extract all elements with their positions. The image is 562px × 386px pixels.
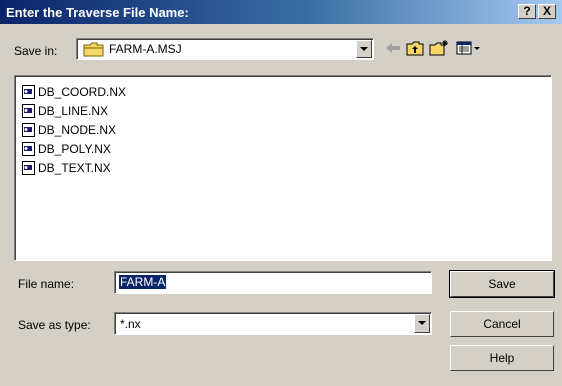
cancel-button[interactable]: Cancel — [450, 311, 554, 337]
file-icon — [22, 123, 35, 137]
file-name-value: FARM-A — [119, 275, 167, 289]
save-button[interactable]: Save — [449, 270, 555, 298]
save-in-combo[interactable]: FARM-A.MSJ — [76, 38, 374, 60]
folder-icon — [83, 42, 104, 57]
file-icon — [22, 142, 35, 156]
title-help-button[interactable]: ? — [518, 4, 536, 19]
save-as-type-dropdown-button[interactable] — [414, 314, 430, 333]
help-button[interactable]: Help — [450, 345, 554, 371]
view-menu-button[interactable] — [454, 38, 484, 58]
file-icon — [22, 85, 35, 99]
chevron-down-icon — [418, 321, 426, 325]
file-name: DB_NODE.NX — [38, 123, 117, 137]
file-name: DB_LINE.NX — [38, 104, 109, 118]
back-button[interactable] — [382, 38, 404, 58]
view-menu-icon — [456, 41, 480, 55]
title-bar: Enter the Traverse File Name: ? X — [0, 0, 562, 24]
file-name: DB_POLY.NX — [38, 142, 111, 156]
chevron-down-icon — [360, 47, 368, 51]
file-icon — [22, 161, 35, 175]
file-item[interactable]: DB_POLY.NX — [22, 140, 111, 158]
file-name: DB_TEXT.NX — [38, 161, 111, 175]
file-name-label: File name: — [18, 277, 75, 291]
save-in-value: FARM-A.MSJ — [109, 42, 182, 56]
file-item[interactable]: DB_TEXT.NX — [22, 159, 111, 177]
up-one-level-icon — [406, 41, 424, 55]
title-close-button[interactable]: X — [538, 4, 556, 19]
file-list-inner: DB_COORD.NX DB_LINE.NX DB_NODE.NX DB_POL… — [15, 76, 551, 260]
dialog-title: Enter the Traverse File Name: — [6, 5, 189, 20]
save-in-dropdown-button[interactable] — [356, 40, 372, 58]
save-as-type-value: *.nx — [120, 317, 141, 331]
file-list[interactable]: DB_COORD.NX DB_LINE.NX DB_NODE.NX DB_POL… — [14, 75, 552, 261]
save-as-type-combo[interactable]: *.nx — [114, 312, 432, 335]
new-folder-button[interactable] — [428, 38, 450, 58]
file-name: DB_COORD.NX — [38, 85, 127, 99]
new-folder-icon — [429, 40, 448, 56]
save-in-label: Save in: — [14, 44, 58, 58]
save-dialog: Enter the Traverse File Name: ? X Save i… — [0, 0, 562, 386]
file-item[interactable]: DB_LINE.NX — [22, 102, 108, 120]
back-arrow-icon — [386, 43, 400, 53]
file-item[interactable]: DB_NODE.NX — [22, 121, 116, 139]
file-item[interactable]: DB_COORD.NX — [22, 83, 126, 101]
file-name-field[interactable]: FARM-A — [114, 271, 432, 294]
file-icon — [22, 104, 35, 118]
up-one-level-button[interactable] — [404, 38, 426, 58]
save-as-type-label: Save as type: — [18, 318, 91, 332]
